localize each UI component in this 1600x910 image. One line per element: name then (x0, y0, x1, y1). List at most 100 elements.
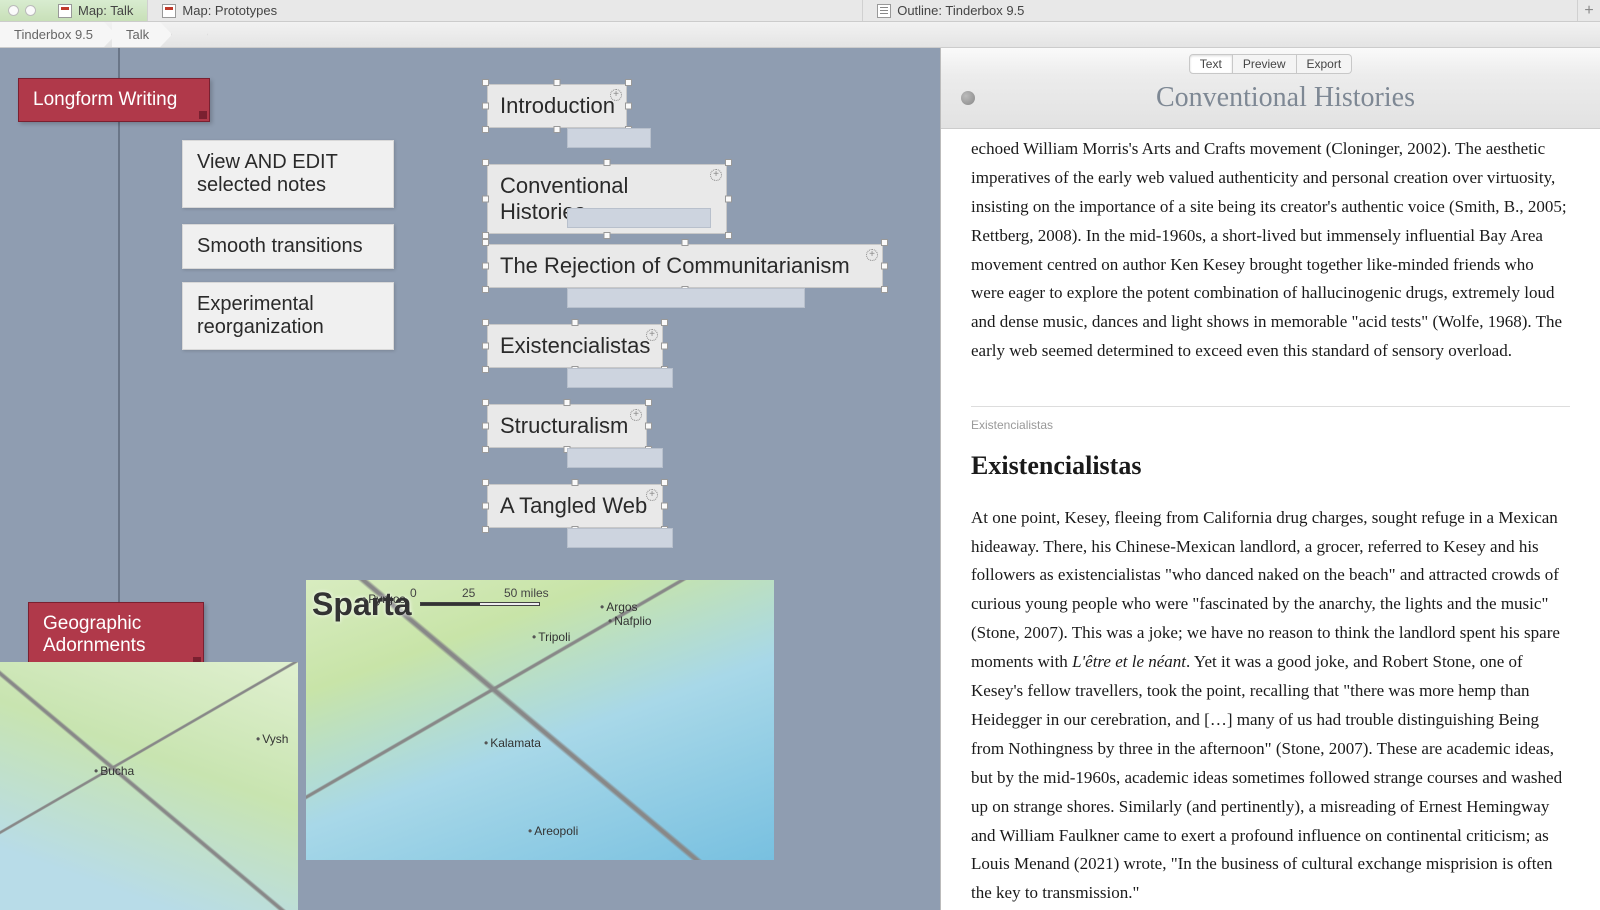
main-split: Longform Writing Geographic Adornments V… (0, 48, 1600, 910)
child-indicator (567, 448, 663, 468)
tab-label: Map: Talk (78, 3, 133, 18)
resize-handle[interactable] (645, 423, 652, 430)
resize-handle[interactable] (881, 286, 888, 293)
resize-handle[interactable] (554, 79, 561, 86)
resize-handle[interactable] (572, 319, 579, 326)
note-label: View AND EDIT selected notes (197, 151, 337, 196)
resize-handle[interactable] (482, 286, 489, 293)
tab-bar: Map: Talk Map: Prototypes Outline: Tinde… (0, 0, 1600, 22)
scale-full: 50 miles (504, 586, 549, 600)
resize-handle[interactable] (482, 503, 489, 510)
map-adornment-ukraine[interactable]: Vysh Bucha (0, 662, 298, 910)
map-city-label: Vysh (256, 732, 288, 746)
resize-handle[interactable] (564, 399, 571, 406)
note-longform-writing[interactable]: Longform Writing (18, 78, 210, 122)
add-tab-button[interactable]: + (1578, 0, 1600, 21)
expand-icon[interactable]: + (610, 89, 622, 101)
child-indicator (567, 368, 673, 388)
resize-handle[interactable] (604, 232, 611, 239)
note-label: Structuralism (500, 413, 628, 438)
map-icon (162, 4, 176, 18)
selected-note[interactable]: Existencialistas+ (487, 324, 663, 368)
minimize-window-icon[interactable] (25, 5, 36, 16)
note-label: A Tangled Web (500, 493, 647, 518)
resize-handle[interactable] (881, 239, 888, 246)
text-run: echoed William Morris's Arts and Crafts … (971, 139, 1567, 360)
resize-handle[interactable] (482, 343, 489, 350)
resize-handle-icon[interactable] (199, 111, 207, 119)
note-badge-icon[interactable] (961, 91, 975, 105)
resize-handle[interactable] (725, 196, 732, 203)
resize-handle[interactable] (572, 479, 579, 486)
crumb-root[interactable]: Tinderbox 9.5 (0, 22, 116, 47)
resize-handle[interactable] (725, 159, 732, 166)
resize-handle[interactable] (482, 79, 489, 86)
resize-handle[interactable] (482, 399, 489, 406)
crumb-current[interactable]: Talk (112, 22, 172, 47)
segment-preview[interactable]: Preview (1233, 54, 1297, 74)
document-body[interactable]: echoed William Morris's Arts and Crafts … (941, 129, 1600, 910)
resize-handle[interactable] (482, 103, 489, 110)
note-experimental-reorg[interactable]: Experimental reorganization (182, 282, 394, 350)
selected-note[interactable]: Introduction+ (487, 84, 627, 128)
resize-handle[interactable] (482, 239, 489, 246)
resize-handle[interactable] (482, 446, 489, 453)
tab-map-talk[interactable]: Map: Talk (44, 0, 148, 21)
child-indicator (567, 208, 711, 228)
segment-export[interactable]: Export (1297, 54, 1353, 74)
selected-note[interactable]: Structuralism+ (487, 404, 647, 448)
resize-handle[interactable] (482, 196, 489, 203)
document-title[interactable]: Conventional Histories (991, 82, 1580, 114)
expand-icon[interactable]: + (866, 249, 878, 261)
resize-handle[interactable] (482, 319, 489, 326)
resize-handle[interactable] (682, 239, 689, 246)
note-view-edit[interactable]: View AND EDIT selected notes (182, 140, 394, 208)
resize-handle[interactable] (661, 319, 668, 326)
text-pane: Text Preview Export Conventional Histori… (940, 48, 1600, 910)
resize-handle[interactable] (661, 343, 668, 350)
resize-handle[interactable] (554, 126, 561, 133)
paragraph[interactable]: echoed William Morris's Arts and Crafts … (971, 135, 1570, 366)
map-adornment-greece[interactable]: Sparta 0 25 50 miles PyrgosArgosNafplioT… (306, 580, 774, 860)
selected-note[interactable]: The Rejection of Communitarianism+ (487, 244, 883, 288)
tab-outline[interactable]: Outline: Tinderbox 9.5 (863, 0, 1578, 21)
map-city-label: Bucha (94, 764, 134, 778)
close-window-icon[interactable] (8, 5, 19, 16)
resize-handle[interactable] (725, 232, 732, 239)
resize-handle[interactable] (625, 79, 632, 86)
resize-handle[interactable] (482, 423, 489, 430)
resize-handle[interactable] (881, 263, 888, 270)
view-mode-segment: Text Preview Export (941, 48, 1600, 76)
map-view[interactable]: Longform Writing Geographic Adornments V… (0, 48, 940, 910)
expand-icon[interactable]: + (710, 169, 722, 181)
note-label: Geographic Adornments (43, 613, 145, 656)
resize-handle[interactable] (482, 159, 489, 166)
resize-handle[interactable] (645, 399, 652, 406)
resize-handle[interactable] (661, 503, 668, 510)
map-city-label: Pyrgos (362, 592, 406, 606)
section-heading: Existencialistas (971, 444, 1570, 488)
window-controls (0, 0, 44, 21)
expand-icon[interactable]: + (630, 409, 642, 421)
tab-label: Outline: Tinderbox 9.5 (897, 3, 1024, 18)
child-indicator (567, 528, 673, 548)
resize-handle[interactable] (625, 103, 632, 110)
note-geographic-adornments[interactable]: Geographic Adornments (28, 602, 204, 668)
note-label: Introduction (500, 93, 615, 118)
paragraph[interactable]: At one point, Kesey, fleeing from Califo… (971, 504, 1570, 908)
expand-icon[interactable]: + (646, 489, 658, 501)
document-title-row: Conventional Histories (941, 76, 1600, 129)
expand-icon[interactable]: + (646, 329, 658, 341)
resize-handle[interactable] (661, 479, 668, 486)
resize-handle[interactable] (482, 263, 489, 270)
note-smooth-transitions[interactable]: Smooth transitions (182, 224, 394, 269)
resize-handle[interactable] (482, 526, 489, 533)
selected-note[interactable]: A Tangled Web+ (487, 484, 663, 528)
resize-handle[interactable] (482, 126, 489, 133)
resize-handle[interactable] (604, 159, 611, 166)
resize-handle[interactable] (482, 366, 489, 373)
resize-handle[interactable] (482, 479, 489, 486)
tab-map-prototypes[interactable]: Map: Prototypes (148, 0, 863, 21)
segment-text[interactable]: Text (1189, 54, 1233, 74)
resize-handle[interactable] (482, 232, 489, 239)
